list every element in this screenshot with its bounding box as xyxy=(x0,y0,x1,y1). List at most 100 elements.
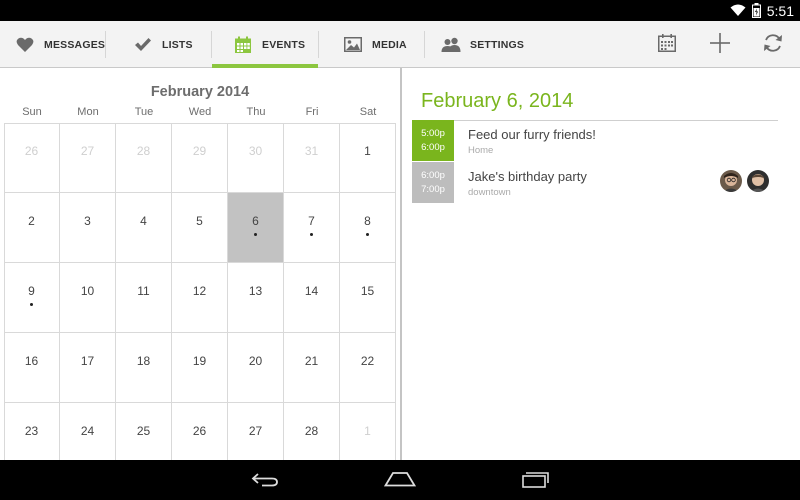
day-number: 24 xyxy=(80,424,95,438)
event-time-block: 6:00p 7:00p xyxy=(412,162,454,203)
refresh-icon xyxy=(762,32,784,59)
calendar-day[interactable]: 9 xyxy=(4,263,60,333)
status-time: 5:51 xyxy=(766,2,794,19)
event-start-time: 5:00p xyxy=(421,128,445,139)
calendar-day[interactable]: 19 xyxy=(172,333,228,403)
calendar-pane: February 2014 Sun Mon Tue Wed Thu Fri Sat 26 27… xyxy=(0,68,400,473)
calendar-day[interactable]: 4 xyxy=(116,193,172,263)
calendar-day[interactable]: 29 xyxy=(172,123,228,193)
calendar-day[interactable]: 16 xyxy=(4,333,60,403)
day-number: 12 xyxy=(192,284,207,298)
calendar-today-icon xyxy=(657,33,677,58)
calendar-day-selected[interactable]: 6 xyxy=(228,193,284,263)
calendar-day[interactable]: 8 xyxy=(340,193,396,263)
add-button[interactable] xyxy=(706,31,734,59)
day-number: 18 xyxy=(136,354,151,368)
event-end-time: 7:00p xyxy=(421,184,445,195)
day-number: 28 xyxy=(304,424,319,438)
calendar-day[interactable]: 28 xyxy=(116,123,172,193)
calendar-day[interactable]: 10 xyxy=(60,263,116,333)
event-end-time: 6:00p xyxy=(421,142,445,153)
back-icon xyxy=(250,471,280,492)
calendar-day[interactable]: 15 xyxy=(340,263,396,333)
wifi-icon xyxy=(730,4,746,17)
day-number: 9 xyxy=(28,284,35,298)
event-indicator-dot xyxy=(30,303,33,306)
tab-media[interactable]: MEDIA xyxy=(342,21,407,68)
recent-apps-icon xyxy=(521,470,551,493)
day-number: 21 xyxy=(304,354,319,368)
calendar-day[interactable]: 22 xyxy=(340,333,396,403)
calendar-day[interactable]: 14 xyxy=(284,263,340,333)
event-title: Feed our furry friends! xyxy=(468,127,596,142)
checkmark-icon xyxy=(132,35,154,55)
weekday-label: Fri xyxy=(305,106,319,118)
calendar-day[interactable]: 3 xyxy=(60,193,116,263)
calendar-day[interactable]: 21 xyxy=(284,333,340,403)
event-time-block: 5:00p 6:00p xyxy=(412,120,454,161)
calendar-day[interactable]: 2 xyxy=(4,193,60,263)
event-item[interactable]: 6:00p 7:00p Jake's birthday party downto… xyxy=(412,162,798,203)
calendar-day[interactable]: 5 xyxy=(172,193,228,263)
event-location: downtown xyxy=(468,187,511,198)
event-start-time: 6:00p xyxy=(421,170,445,181)
status-bar: 5:51 xyxy=(0,0,800,21)
tab-settings[interactable]: SETTINGS xyxy=(440,21,524,68)
calendar-day[interactable]: 18 xyxy=(116,333,172,403)
calendar-day[interactable]: 27 xyxy=(60,123,116,193)
tab-label: MESSAGES xyxy=(44,38,106,51)
weekday-label: Tue xyxy=(134,106,154,118)
tab-label: LISTS xyxy=(162,38,193,51)
selected-date-heading: February 6, 2014 xyxy=(421,90,574,112)
home-icon xyxy=(383,471,417,492)
calendar-day[interactable]: 26 xyxy=(4,123,60,193)
calendar-day[interactable]: 31 xyxy=(284,123,340,193)
calendar-day[interactable]: 11 xyxy=(116,263,172,333)
tab-divider xyxy=(318,31,319,58)
calendar-day[interactable]: 12 xyxy=(172,263,228,333)
day-number: 16 xyxy=(24,354,39,368)
calendar-day[interactable]: 20 xyxy=(228,333,284,403)
refresh-button[interactable] xyxy=(759,31,787,59)
recent-apps-button[interactable] xyxy=(516,468,556,494)
calendar-day[interactable]: 13 xyxy=(228,263,284,333)
tab-messages[interactable]: MESSAGES xyxy=(14,21,105,68)
tab-lists[interactable]: LISTS xyxy=(132,21,193,68)
event-indicator-dot xyxy=(310,233,313,236)
battery-icon xyxy=(751,3,761,18)
day-number: 28 xyxy=(136,144,151,158)
day-number: 26 xyxy=(192,424,207,438)
back-button[interactable] xyxy=(245,468,285,494)
day-number: 27 xyxy=(80,144,95,158)
day-number: 29 xyxy=(192,144,207,158)
event-item[interactable]: 5:00p 6:00p Feed our furry friends! Home xyxy=(412,120,798,161)
calendar-day[interactable]: 30 xyxy=(228,123,284,193)
day-number: 2 xyxy=(28,214,35,228)
calendar-day[interactable]: 17 xyxy=(60,333,116,403)
day-number: 23 xyxy=(24,424,39,438)
tab-events[interactable]: EVENTS xyxy=(212,21,318,68)
event-title: Jake's birthday party xyxy=(468,169,587,184)
calendar-day[interactable]: 1 xyxy=(340,123,396,193)
people-icon xyxy=(440,35,462,55)
day-number: 6 xyxy=(252,214,259,228)
tab-label: SETTINGS xyxy=(470,38,525,51)
calendar-today-button[interactable] xyxy=(653,31,681,59)
month-title: February 2014 xyxy=(150,84,250,100)
tab-label: EVENTS xyxy=(262,38,306,51)
day-number: 3 xyxy=(84,214,91,228)
calendar-grid: 26 27 28 29 30 31 1 2 3 4 5 6 7 8 9 10 11 12 13 14 15 16 17 18 1… xyxy=(4,123,396,473)
weekday-label: Sat xyxy=(359,106,377,118)
day-number: 31 xyxy=(304,144,319,158)
day-number: 4 xyxy=(140,214,147,228)
calendar-day[interactable]: 7 xyxy=(284,193,340,263)
heart-icon xyxy=(14,35,36,55)
add-icon xyxy=(709,32,731,59)
day-number: 27 xyxy=(248,424,263,438)
day-number: 14 xyxy=(304,284,319,298)
attendee-avatar[interactable] xyxy=(720,170,742,192)
home-button[interactable] xyxy=(380,468,420,494)
attendee-avatar[interactable] xyxy=(747,170,769,192)
day-number: 19 xyxy=(192,354,207,368)
day-number: 8 xyxy=(364,214,371,228)
